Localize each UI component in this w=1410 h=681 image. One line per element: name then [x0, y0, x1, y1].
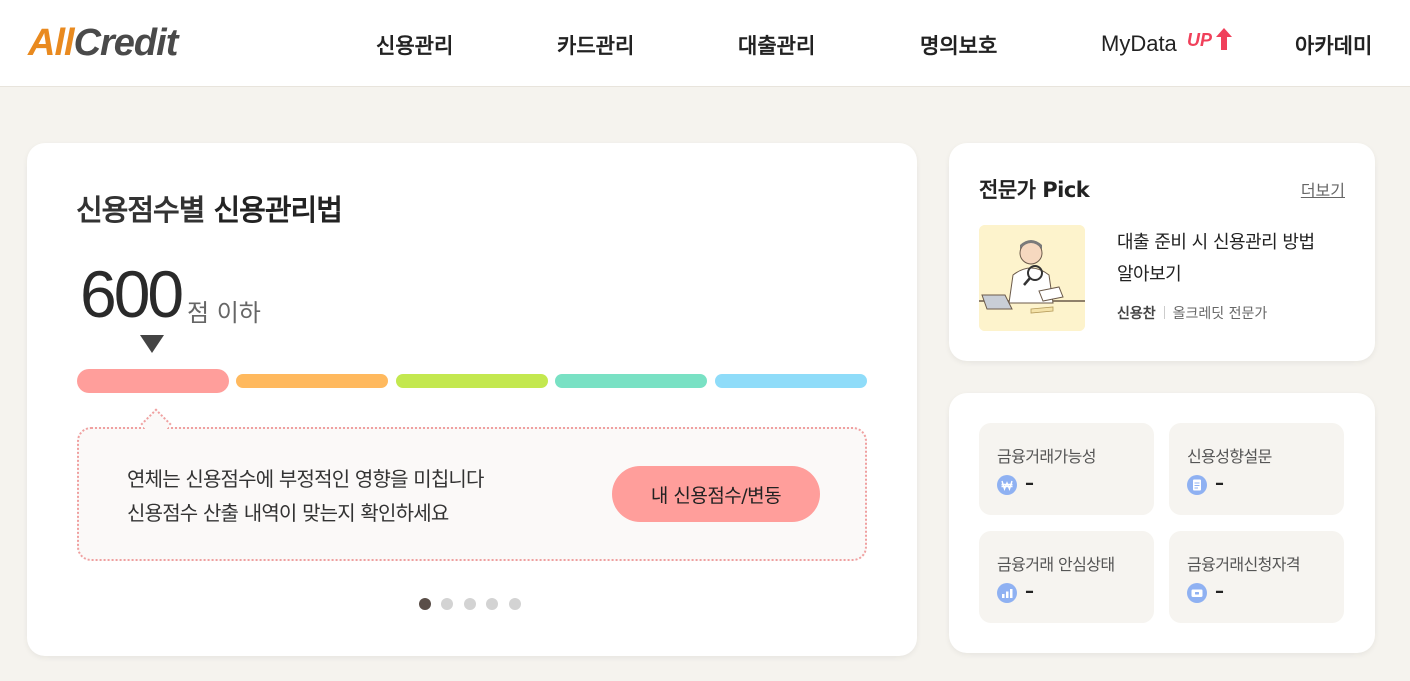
author-role: 올크레딧 전문가 [1172, 306, 1268, 322]
slide-dot-3[interactable] [464, 598, 476, 610]
nav-credit-management[interactable]: 신용관리 [376, 30, 453, 60]
tile-label: 금융거래 안심상태 [997, 555, 1115, 574]
card-icon [1187, 583, 1207, 603]
up-badge-text: UP [1187, 30, 1213, 50]
author-divider [1163, 306, 1165, 319]
advice-line-2: 신용점수 산출 내역이 맞는지 확인하세요 [127, 501, 449, 525]
slide-dot-5[interactable] [509, 598, 521, 610]
title-light: 신용점수별 [76, 193, 214, 227]
article-author: 신용찬 올크레딧 전문가 [1117, 303, 1267, 323]
tile-value: – [1025, 581, 1034, 602]
article-thumbnail[interactable] [979, 225, 1085, 331]
author-name: 신용찬 [1117, 306, 1156, 322]
tile-label: 금융거래가능성 [997, 447, 1096, 466]
slide-dot-1[interactable] [419, 598, 431, 610]
nav-card-management[interactable]: 카드관리 [557, 30, 634, 60]
score-segment-5[interactable] [715, 374, 867, 388]
slide-dot-2[interactable] [441, 598, 453, 610]
nav-loan-management[interactable]: 대출관리 [738, 30, 815, 60]
signal-bars-icon [997, 583, 1017, 603]
score-marker-icon [140, 335, 164, 353]
tile-application-eligibility[interactable]: 금융거래신청자격 – [1169, 531, 1344, 623]
allcredit-logo[interactable]: AllCredit [28, 22, 179, 65]
up-arrow-icon [1216, 28, 1232, 50]
article-title[interactable]: 대출 준비 시 신용관리 방법 알아보기 [1117, 227, 1327, 291]
tile-credit-survey[interactable]: 신용성향설문 – [1169, 423, 1344, 515]
tile-safety-status[interactable]: 금융거래 안심상태 – [979, 531, 1154, 623]
expert-illustration-icon [979, 225, 1085, 331]
my-credit-score-button[interactable]: 내 신용점수/변동 [612, 466, 820, 522]
expert-pick-title: 전문가 Pick [979, 178, 1090, 202]
score-suffix: 점 이하 [187, 299, 261, 327]
score-segment-4[interactable] [555, 374, 707, 388]
score-segment-2[interactable] [236, 374, 388, 388]
tile-value: – [1215, 581, 1224, 602]
advice-line-1: 연체는 신용점수에 부정적인 영향을 미칩니다 [127, 467, 484, 491]
score-segment-1[interactable] [77, 369, 229, 393]
tile-value: – [1215, 473, 1224, 494]
logo-all-text: All [28, 22, 75, 64]
score-segment-3[interactable] [396, 374, 548, 388]
tile-label: 금융거래신청자격 [1187, 555, 1301, 574]
financial-status-card: 금융거래가능성 – 신용성향설문 – 금융거래 안심상태 – 금융거래신청자격 … [949, 393, 1375, 653]
card-title: 신용점수별 신용관리법 [76, 187, 343, 229]
tile-value: – [1025, 473, 1034, 494]
advice-bubble: 연체는 신용점수에 부정적인 영향을 미칩니다 신용점수 산출 내역이 맞는지 … [77, 427, 867, 561]
slide-dot-4[interactable] [486, 598, 498, 610]
nav-academy[interactable]: 아카데미 [1295, 30, 1372, 60]
nav-mydata[interactable]: MyData [1101, 31, 1177, 57]
logo-credit-text: Credit [73, 22, 179, 64]
won-icon [997, 475, 1017, 495]
nav-identity-protection[interactable]: 명의보호 [920, 30, 997, 60]
top-navigation-bar: AllCredit 신용관리 카드관리 대출관리 명의보호 MyData UP … [0, 0, 1410, 87]
tile-label: 신용성향설문 [1187, 447, 1272, 466]
score-value: 600 [80, 257, 184, 331]
credit-score-guide-card: 신용점수별 신용관리법 600 점 이하 연체는 신용점수에 부정적인 영향을 … [27, 143, 917, 656]
document-icon [1187, 475, 1207, 495]
expert-pick-card: 전문가 Pick 더보기 대출 준비 시 신용관리 방법 알아보기 신용찬 올크레… [949, 143, 1375, 361]
tile-transaction-possibility[interactable]: 금융거래가능성 – [979, 423, 1154, 515]
mydata-up-badge: UP [1187, 28, 1232, 51]
title-bold: 신용관리법 [213, 193, 343, 227]
more-link[interactable]: 더보기 [1301, 177, 1345, 201]
